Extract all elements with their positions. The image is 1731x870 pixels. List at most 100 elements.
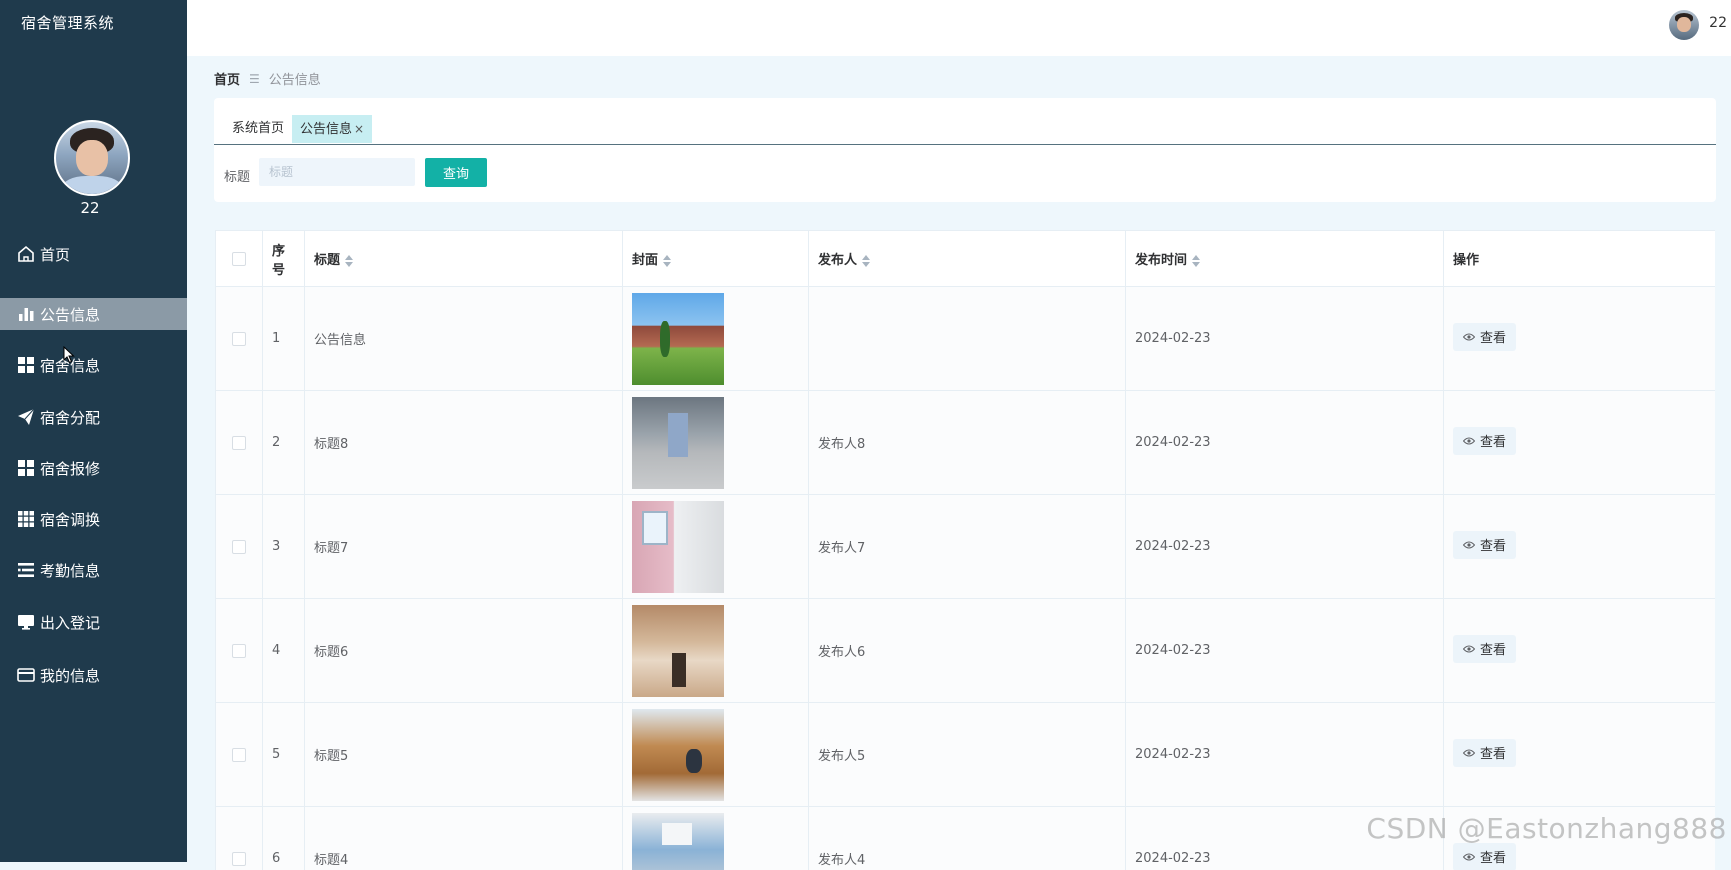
tab-bar: 系统首页 公告信息×	[224, 115, 372, 143]
table-row: 2 标题8 发布人8 2024-02-23 查看	[216, 391, 1716, 495]
sidebar-item-dorm-info[interactable]: 宿舍信息	[0, 349, 187, 381]
view-button[interactable]: 查看	[1453, 323, 1516, 351]
view-button[interactable]: 查看	[1453, 531, 1516, 559]
view-button[interactable]: 查看	[1453, 635, 1516, 663]
sidebar-item-dorm-swap[interactable]: 宿舍调换	[0, 503, 187, 535]
column-header-date[interactable]: 发布时间	[1126, 231, 1444, 287]
column-header-actions: 操作	[1444, 231, 1716, 287]
cover-image[interactable]	[632, 605, 724, 697]
tab-label: 公告信息	[300, 122, 352, 137]
row-date: 2024-02-23	[1126, 287, 1444, 391]
sidebar-item-label: 宿舍报修	[40, 458, 100, 479]
sidebar-item-dorm-repair[interactable]: 宿舍报修	[0, 452, 187, 484]
sidebar-username: 22	[0, 199, 180, 217]
monitor-icon	[16, 612, 36, 632]
sort-icon[interactable]	[663, 255, 671, 267]
view-button[interactable]: 查看	[1453, 427, 1516, 455]
row-checkbox[interactable]	[232, 852, 246, 866]
row-publisher: 发布人4	[809, 807, 1126, 870]
cover-image[interactable]	[632, 293, 724, 385]
cover-image[interactable]	[632, 501, 724, 593]
row-checkbox[interactable]	[232, 332, 246, 346]
row-index: 3	[263, 495, 305, 599]
table-row: 1 公告信息 2024-02-23 查看	[216, 287, 1716, 391]
sidebar-item-label: 考勤信息	[40, 560, 100, 581]
tab-system-home[interactable]: 系统首页	[224, 115, 292, 143]
sidebar-item-label: 我的信息	[40, 665, 100, 686]
watermark: CSDN @Eastonzhang888	[1366, 812, 1727, 845]
breadcrumb-current: 公告信息	[269, 69, 321, 88]
tab-label: 系统首页	[232, 121, 284, 136]
eye-icon	[1463, 437, 1475, 445]
view-button[interactable]: 查看	[1453, 843, 1516, 870]
close-icon[interactable]: ×	[354, 122, 364, 136]
sidebar-avatar[interactable]	[54, 120, 130, 196]
cover-image[interactable]	[632, 397, 724, 489]
row-index: 2	[263, 391, 305, 495]
sidebar-item-label: 公告信息	[40, 304, 100, 325]
sidebar-item-label: 宿舍分配	[40, 407, 100, 428]
breadcrumb-home[interactable]: 首页	[214, 69, 240, 88]
row-date: 2024-02-23	[1126, 703, 1444, 807]
row-checkbox[interactable]	[232, 644, 246, 658]
row-date: 2024-02-23	[1126, 391, 1444, 495]
row-title: 标题5	[305, 703, 623, 807]
sidebar-item-notice[interactable]: 公告信息	[0, 298, 187, 330]
apps-icon	[16, 509, 36, 529]
tab-notice[interactable]: 公告信息×	[292, 115, 372, 143]
row-title: 标题4	[305, 807, 623, 870]
select-all-checkbox[interactable]	[232, 252, 246, 266]
sidebar-item-dorm-assign[interactable]: 宿舍分配	[0, 401, 187, 433]
eye-icon	[1463, 749, 1475, 757]
search-label: 标题	[224, 166, 250, 185]
row-date: 2024-02-23	[1126, 495, 1444, 599]
sidebar-item-access-log[interactable]: 出入登记	[0, 606, 187, 638]
paper-plane-icon	[16, 407, 36, 427]
column-header-publisher[interactable]: 发布人	[809, 231, 1126, 287]
column-header-title[interactable]: 标题	[305, 231, 623, 287]
grid-icon	[16, 355, 36, 375]
notice-table: 序号 标题 封面 发布人 发布时间 操作 1 公告信息 2024-02-23 查…	[215, 230, 1715, 870]
search-title-input[interactable]	[259, 158, 415, 186]
app-title: 宿舍管理系统	[21, 12, 114, 33]
row-checkbox[interactable]	[232, 540, 246, 554]
sort-icon[interactable]	[345, 255, 353, 267]
row-title: 公告信息	[305, 287, 623, 391]
eye-icon	[1463, 853, 1475, 861]
row-checkbox[interactable]	[232, 748, 246, 762]
row-index: 5	[263, 703, 305, 807]
column-header-cover[interactable]: 封面	[623, 231, 809, 287]
bar-chart-icon	[16, 304, 36, 324]
mouse-cursor-icon	[63, 346, 75, 364]
row-publisher: 发布人7	[809, 495, 1126, 599]
header-avatar[interactable]	[1669, 10, 1699, 40]
breadcrumb-separator-icon: ☰	[249, 72, 260, 86]
row-publisher	[809, 287, 1126, 391]
row-title: 标题7	[305, 495, 623, 599]
search-button[interactable]: 查询	[425, 158, 487, 187]
cover-image[interactable]	[632, 813, 724, 870]
card-icon	[16, 665, 36, 685]
table-row: 3 标题7 发布人7 2024-02-23 查看	[216, 495, 1716, 599]
sidebar-item-attendance[interactable]: 考勤信息	[0, 554, 187, 586]
sidebar-item-home[interactable]: 首页	[0, 238, 187, 270]
row-publisher: 发布人8	[809, 391, 1126, 495]
table-row: 4 标题6 发布人6 2024-02-23 查看	[216, 599, 1716, 703]
sort-icon[interactable]	[862, 255, 870, 267]
sidebar-item-label: 宿舍调换	[40, 509, 100, 530]
header-username[interactable]: 22	[1709, 15, 1727, 31]
column-header-index: 序号	[263, 231, 305, 287]
sidebar-item-my-info[interactable]: 我的信息	[0, 659, 187, 691]
view-button[interactable]: 查看	[1453, 739, 1516, 767]
tab-divider	[214, 144, 1716, 145]
cover-image[interactable]	[632, 709, 724, 801]
breadcrumb: 首页 ☰ 公告信息	[214, 69, 321, 88]
list-icon	[16, 560, 36, 580]
row-index: 1	[263, 287, 305, 391]
row-checkbox[interactable]	[232, 436, 246, 450]
sort-icon[interactable]	[1192, 255, 1200, 267]
top-header: 22	[187, 0, 1731, 56]
eye-icon	[1463, 645, 1475, 653]
sidebar: 宿舍管理系统 22 首页 公告信息 宿舍信息 宿舍分配	[0, 0, 187, 862]
home-icon	[16, 244, 36, 264]
